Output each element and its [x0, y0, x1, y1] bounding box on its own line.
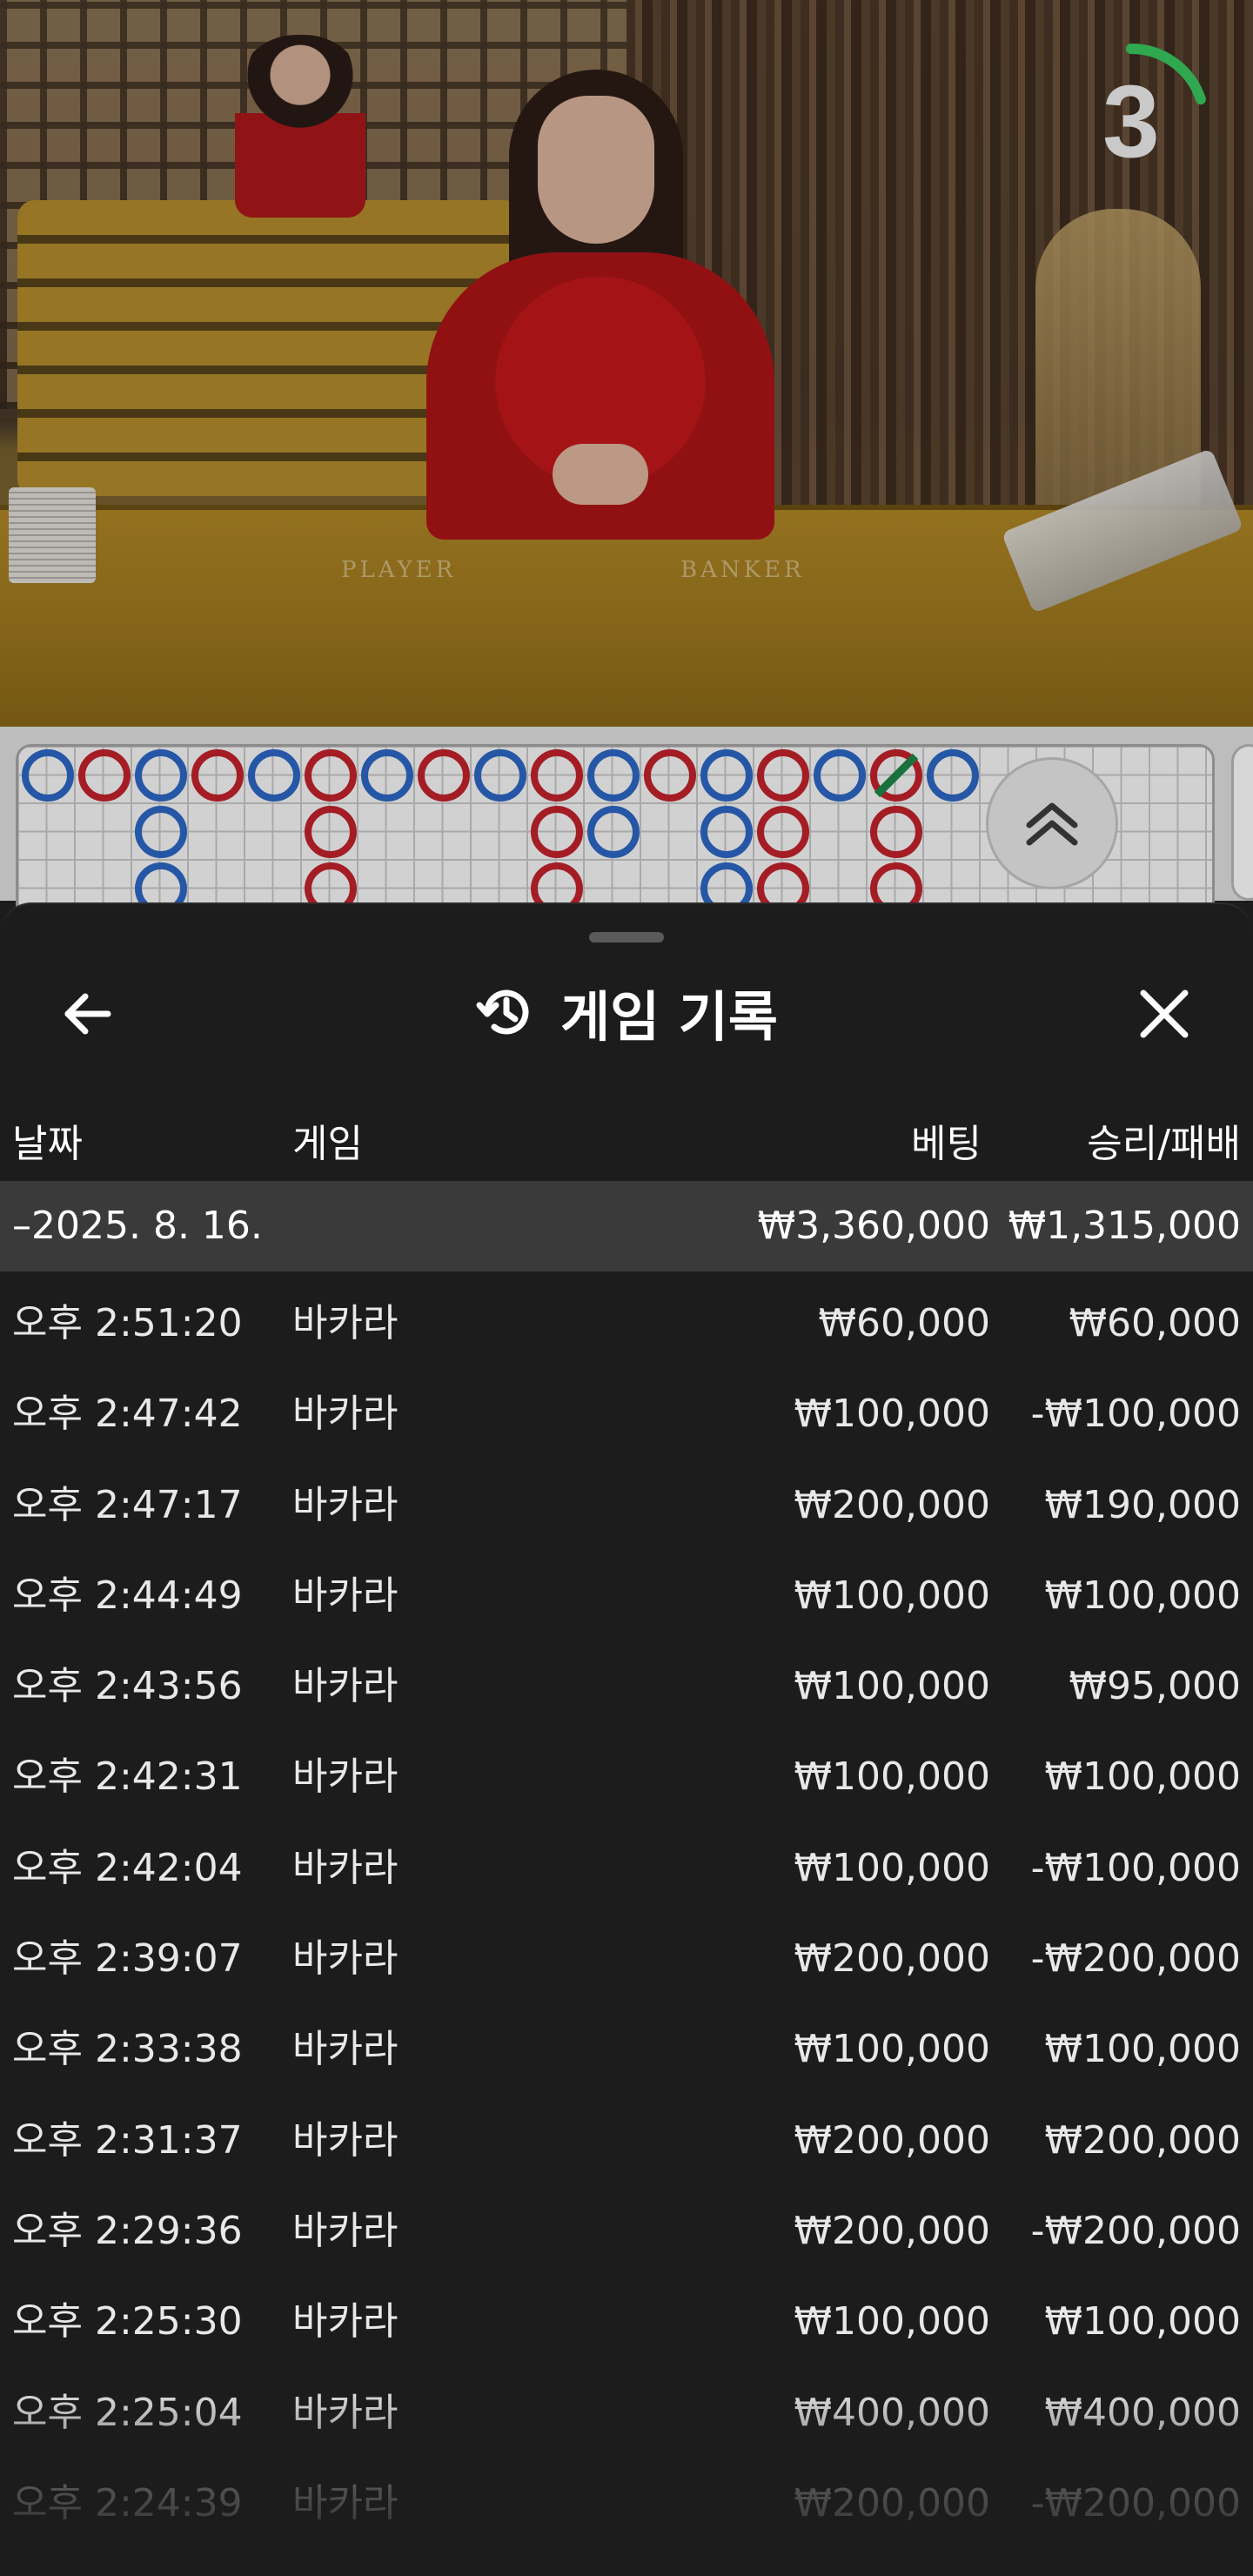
date-group-label: –2025. 8. 16. [12, 1204, 263, 1248]
row-bet: ₩200,000 [794, 2208, 990, 2253]
history-row[interactable]: 오후 2:25:04 바카라 ₩400,000 ₩400,000 [0, 2361, 1253, 2452]
date-group-bet-total: ₩3,360,000 [757, 1204, 990, 1248]
row-time: 오후 2:29:36 [12, 2208, 243, 2253]
history-row[interactable]: 오후 2:29:36 바카라 ₩200,000 -₩200,000 [0, 2179, 1253, 2270]
row-win-loss: -₩100,000 [1030, 1845, 1241, 1890]
row-time: 오후 2:43:56 [12, 1664, 243, 1709]
history-row[interactable]: 오후 2:42:04 바카라 ₩100,000 -₩100,000 [0, 1816, 1253, 1907]
row-time: 오후 2:47:17 [12, 1482, 243, 1527]
row-win-loss: ₩100,000 [1044, 1573, 1241, 1618]
row-bet: ₩100,000 [794, 2299, 990, 2345]
column-header-date[interactable]: 날짜 [12, 1110, 83, 1179]
history-list: 오후 2:51:20 바카라 ₩60,000 ₩60,000 오후 2:47:42 바카라… [0, 1271, 1253, 2542]
date-group-win-loss-total: ₩1,315,000 [1008, 1204, 1241, 1248]
row-time: 오후 2:24:39 [12, 2480, 243, 2526]
history-row[interactable]: 오후 2:25:30 바카라 ₩100,000 ₩100,000 [0, 2270, 1253, 2360]
history-row[interactable]: 오후 2:31:37 바카라 ₩200,000 ₩200,000 [0, 2089, 1253, 2179]
row-bet: ₩100,000 [794, 1754, 990, 1800]
row-game: 바카라 [292, 1482, 399, 1527]
double-chevron-up-icon [1026, 802, 1078, 846]
close-button[interactable] [1129, 979, 1199, 1049]
row-game: 바카라 [292, 2390, 399, 2435]
row-game: 바카라 [292, 2480, 399, 2526]
row-win-loss: -₩100,000 [1030, 1392, 1241, 1437]
row-game: 바카라 [292, 1845, 399, 1890]
row-win-loss: ₩100,000 [1044, 2299, 1241, 2345]
game-history-panel: 게임 기록 날짜 게임 베팅 승리/패배 –2025. 8. 16. ₩3,36… [0, 902, 1253, 2576]
row-time: 오후 2:44:49 [12, 1573, 243, 1618]
timer-value: 3 [1102, 64, 1160, 179]
row-bet: ₩200,000 [794, 1936, 990, 1982]
row-game: 바카라 [292, 1301, 399, 1345]
history-row[interactable]: 오후 2:39:07 바카라 ₩200,000 -₩200,000 [0, 1907, 1253, 1997]
row-bet: ₩100,000 [794, 2027, 990, 2072]
panel-title: 게임 기록 [560, 985, 778, 1049]
history-row[interactable]: 오후 2:42:31 바카라 ₩100,000 ₩100,000 [0, 1725, 1253, 1815]
row-win-loss: -₩200,000 [1030, 1936, 1241, 1982]
history-icon [476, 989, 529, 1035]
date-group-row[interactable]: –2025. 8. 16. ₩3,360,000 ₩1,315,000 [0, 1181, 1253, 1271]
row-time: 오후 2:47:42 [12, 1392, 243, 1437]
history-row[interactable]: 오후 2:47:42 바카라 ₩100,000 -₩100,000 [0, 1362, 1253, 1452]
column-header-game[interactable]: 게임 [292, 1110, 363, 1179]
row-game: 바카라 [292, 1936, 399, 1982]
column-header-bet[interactable]: 베팅 [911, 1110, 982, 1179]
row-time: 오후 2:33:38 [12, 2027, 243, 2072]
row-bet: ₩100,000 [794, 1392, 990, 1437]
row-time: 오후 2:42:31 [12, 1754, 243, 1800]
row-game: 바카라 [292, 2208, 399, 2253]
row-win-loss: -₩200,000 [1030, 2480, 1241, 2526]
row-bet: ₩100,000 [794, 1664, 990, 1709]
secondary-roadmap[interactable] [1231, 744, 1253, 901]
history-row[interactable]: 오후 2:43:56 바카라 ₩100,000 ₩95,000 [0, 1634, 1253, 1725]
row-time: 오후 2:39:07 [12, 1936, 243, 1982]
history-row[interactable]: 오후 2:47:17 바카라 ₩200,000 ₩190,000 [0, 1453, 1253, 1544]
row-win-loss: ₩100,000 [1044, 1754, 1241, 1800]
row-game: 바카라 [292, 1754, 399, 1800]
back-arrow-icon [64, 993, 111, 1035]
panel-header: 게임 기록 [0, 960, 1253, 1064]
row-time: 오후 2:25:30 [12, 2299, 243, 2345]
row-game: 바카라 [292, 2117, 399, 2163]
countdown-timer: 3 [1044, 35, 1218, 209]
row-game: 바카라 [292, 1664, 399, 1709]
back-button[interactable] [52, 979, 122, 1049]
expand-roadmap-button[interactable] [986, 757, 1118, 889]
row-bet: ₩100,000 [794, 1845, 990, 1890]
history-row[interactable]: 오후 2:51:20 바카라 ₩60,000 ₩60,000 [0, 1271, 1253, 1362]
row-bet: ₩200,000 [794, 1482, 990, 1527]
row-bet: ₩60,000 [818, 1301, 990, 1345]
row-game: 바카라 [292, 1392, 399, 1437]
row-win-loss: ₩200,000 [1044, 2117, 1241, 2163]
row-time: 오후 2:31:37 [12, 2117, 243, 2163]
row-bet: ₩200,000 [794, 2480, 990, 2526]
row-win-loss: ₩60,000 [1069, 1301, 1241, 1345]
row-game: 바카라 [292, 2027, 399, 2072]
history-row[interactable]: 오후 2:33:38 바카라 ₩100,000 ₩100,000 [0, 1997, 1253, 2088]
row-time: 오후 2:51:20 [12, 1301, 243, 1345]
row-win-loss: -₩200,000 [1030, 2208, 1241, 2253]
row-time: 오후 2:25:04 [12, 2390, 243, 2435]
row-win-loss: ₩100,000 [1044, 2027, 1241, 2072]
history-row[interactable]: 오후 2:24:39 바카라 ₩200,000 -₩200,000 [0, 2452, 1253, 2542]
row-bet: ₩200,000 [794, 2117, 990, 2163]
close-icon [1140, 989, 1189, 1038]
history-row[interactable]: 오후 2:44:49 바카라 ₩100,000 ₩100,000 [0, 1544, 1253, 1634]
drag-handle[interactable] [589, 932, 664, 943]
row-win-loss: ₩400,000 [1044, 2390, 1241, 2435]
row-time: 오후 2:42:04 [12, 1845, 243, 1890]
column-header-win-loss[interactable]: 승리/패배 [1087, 1110, 1241, 1179]
row-bet: ₩100,000 [794, 1573, 990, 1618]
row-win-loss: ₩95,000 [1069, 1664, 1241, 1709]
row-game: 바카라 [292, 2299, 399, 2345]
row-game: 바카라 [292, 1573, 399, 1618]
row-win-loss: ₩190,000 [1044, 1482, 1241, 1527]
row-bet: ₩400,000 [794, 2390, 990, 2435]
